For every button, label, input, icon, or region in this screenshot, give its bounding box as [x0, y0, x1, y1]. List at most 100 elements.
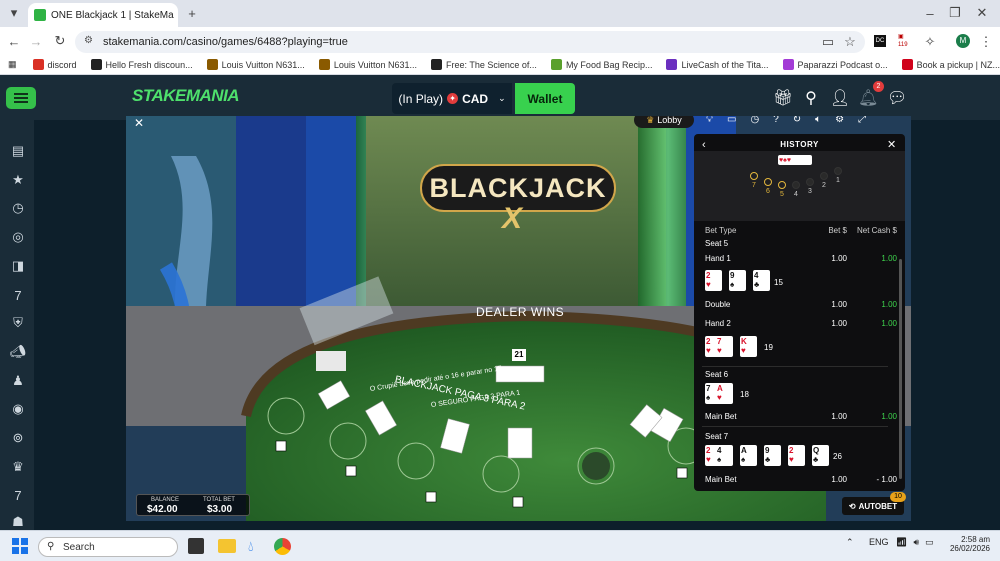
calendar-icon[interactable]: ▤	[8, 141, 28, 161]
bookmark-item[interactable]: Hello Fresh discoun...	[90, 59, 193, 70]
originals-icon[interactable]: ◨	[8, 256, 28, 276]
replay-icon[interactable]: ↻	[793, 116, 801, 125]
bulb-icon[interactable]: 💡︎	[706, 116, 713, 125]
chat-icon[interactable]: 💬︎	[887, 88, 907, 108]
seat-indicator: 6	[764, 178, 772, 195]
bookmark-favicon-icon	[550, 59, 562, 70]
seat6-label: Seat 6	[705, 370, 729, 379]
bookmark-item[interactable]: discord	[32, 59, 77, 70]
settings-icon[interactable]: ⚙	[835, 116, 844, 125]
menu-button[interactable]	[6, 87, 36, 109]
promotions-icon[interactable]: 📣︎	[8, 342, 28, 362]
seat7-score: 26	[833, 452, 842, 461]
coin-icon[interactable]: ◉	[8, 399, 28, 419]
history-scrollbar[interactable]	[899, 259, 902, 479]
lucky-seven-icon[interactable]: 7	[8, 485, 28, 505]
close-game-icon[interactable]: ✕	[134, 116, 144, 130]
divider	[702, 366, 888, 367]
sound-icon[interactable]: 🔈︎	[815, 116, 821, 125]
autobet-count-badge: 10	[890, 492, 906, 502]
card: 9 ♣	[764, 445, 781, 466]
bookmark-favicon-icon	[666, 59, 678, 70]
task-view-icon[interactable]	[188, 538, 204, 554]
windows-start-icon[interactable]	[12, 538, 28, 554]
cast-icon[interactable]: ▭	[818, 32, 838, 52]
maximize-icon[interactable]: ❐	[945, 3, 965, 23]
tray-chevron-icon[interactable]: ⌃	[846, 537, 854, 548]
bookmark-item[interactable]: Book a pickup | NZ...	[901, 59, 1000, 70]
close-history-icon[interactable]: ✕	[887, 138, 896, 151]
user-icon[interactable]: 👤︎	[830, 88, 850, 108]
tab-search-icon[interactable]: ▾	[4, 3, 24, 23]
taskbar-search[interactable]: ⚲ Search	[38, 537, 178, 557]
browser-tab[interactable]: ONE Blackjack 1 | StakeMa ✕	[28, 3, 178, 27]
wifi-icon[interactable]: 📶︎	[896, 537, 907, 548]
card: 2 ♥	[705, 270, 722, 291]
dealer-total: 21	[512, 349, 526, 361]
url-bar[interactable]: ⚙ stakemania.com/casino/games/6488?playi…	[75, 31, 865, 53]
wallet-button[interactable]: Wallet	[515, 83, 575, 114]
card: A ♥	[716, 383, 733, 404]
search-icon[interactable]: ⚲	[801, 88, 821, 108]
card: 2 ♥	[788, 445, 805, 466]
seat-indicator: 7	[750, 172, 758, 189]
profile-avatar[interactable]: M	[956, 34, 970, 48]
app-drop-icon[interactable]: 💧︎	[248, 538, 254, 555]
fullscreen-icon[interactable]: ⤢	[858, 116, 866, 125]
recent-icon[interactable]: ◷	[8, 198, 28, 218]
bookmark-star-icon[interactable]: ☆	[840, 32, 860, 52]
url-text: stakemania.com/casino/games/6488?playing…	[103, 36, 348, 48]
apps-grid-icon[interactable]: ▦	[8, 59, 17, 70]
search-icon: ⚲	[47, 541, 55, 552]
stakemania-favicon-icon	[34, 9, 46, 21]
site-info-icon[interactable]: ⚙	[84, 35, 93, 46]
target-icon[interactable]: ◎	[8, 227, 28, 247]
shield-icon[interactable]: ⛨	[8, 313, 28, 333]
crown-icon[interactable]: ♛	[8, 457, 28, 477]
new-tab-icon[interactable]: +	[182, 3, 202, 23]
chrome-taskbar-icon[interactable]	[274, 538, 291, 555]
clock[interactable]: 2:58 am 26/02/2026	[948, 535, 990, 553]
extension-badge-icon[interactable]: 119 ▣	[898, 33, 912, 48]
live-dealer-icon[interactable]: ♟	[8, 371, 28, 391]
history-clock-icon[interactable]: ◷	[750, 116, 759, 125]
bookmark-item[interactable]: My Food Bag Recip...	[550, 59, 652, 70]
bookmark-item[interactable]: Paparazzi Podcast o...	[782, 59, 888, 70]
roulette-icon[interactable]: ⊚	[8, 428, 28, 448]
hamburger-icon	[14, 93, 28, 103]
reload-icon[interactable]: ↻	[50, 31, 70, 51]
extensions-puzzle-icon[interactable]: ✧	[920, 32, 940, 52]
round-summary: ♥♠♥ 7654321	[694, 151, 905, 221]
more-games-icon[interactable]: ☗	[8, 512, 28, 532]
forward-icon[interactable]: →	[26, 31, 46, 51]
bookmark-item[interactable]: LiveCash of the Tita...	[666, 59, 769, 70]
extension-icon[interactable]: DC	[874, 35, 886, 47]
bookmark-item[interactable]: Louis Vuitton N631...	[318, 59, 417, 70]
gift-icon[interactable]: 🎁︎	[773, 88, 793, 108]
battery-icon[interactable]: ▭	[925, 537, 934, 548]
close-window-icon[interactable]: ✕	[972, 3, 992, 23]
more-menu-icon[interactable]: ⋮	[976, 32, 996, 52]
card: 4 ♣	[753, 270, 770, 291]
crown-icon: ♛	[646, 116, 655, 125]
minimize-icon[interactable]: –	[920, 3, 940, 23]
bookmark-item[interactable]: Louis Vuitton N631...	[206, 59, 305, 70]
seat-indicator: 4	[792, 181, 800, 198]
game-chat-icon[interactable]: ▭	[727, 116, 736, 125]
favorites-star-icon[interactable]: ★	[8, 170, 28, 190]
bookmark-favicon-icon	[318, 59, 330, 70]
bookmark-favicon-icon	[206, 59, 218, 70]
file-explorer-icon[interactable]	[218, 539, 236, 553]
help-icon[interactable]: ?	[773, 116, 779, 125]
back-icon[interactable]: ←	[4, 31, 24, 51]
volume-icon[interactable]: 🔊︎	[913, 537, 919, 548]
bookmark-item[interactable]: Free: The Science of...	[431, 59, 537, 70]
slots-seven-icon[interactable]: 7	[8, 285, 28, 305]
language-indicator[interactable]: ENG	[869, 537, 889, 547]
currency-selector[interactable]: (In Play) ✦ CAD ⌄	[392, 83, 512, 114]
seat7-label: Seat 7	[705, 432, 729, 441]
seat-indicator: 1	[834, 167, 842, 184]
balance-label: BALANCE	[151, 497, 180, 503]
lobby-button[interactable]: ♛ Lobby	[634, 116, 694, 128]
stakemania-logo[interactable]: STAKEMANIA	[132, 86, 240, 106]
